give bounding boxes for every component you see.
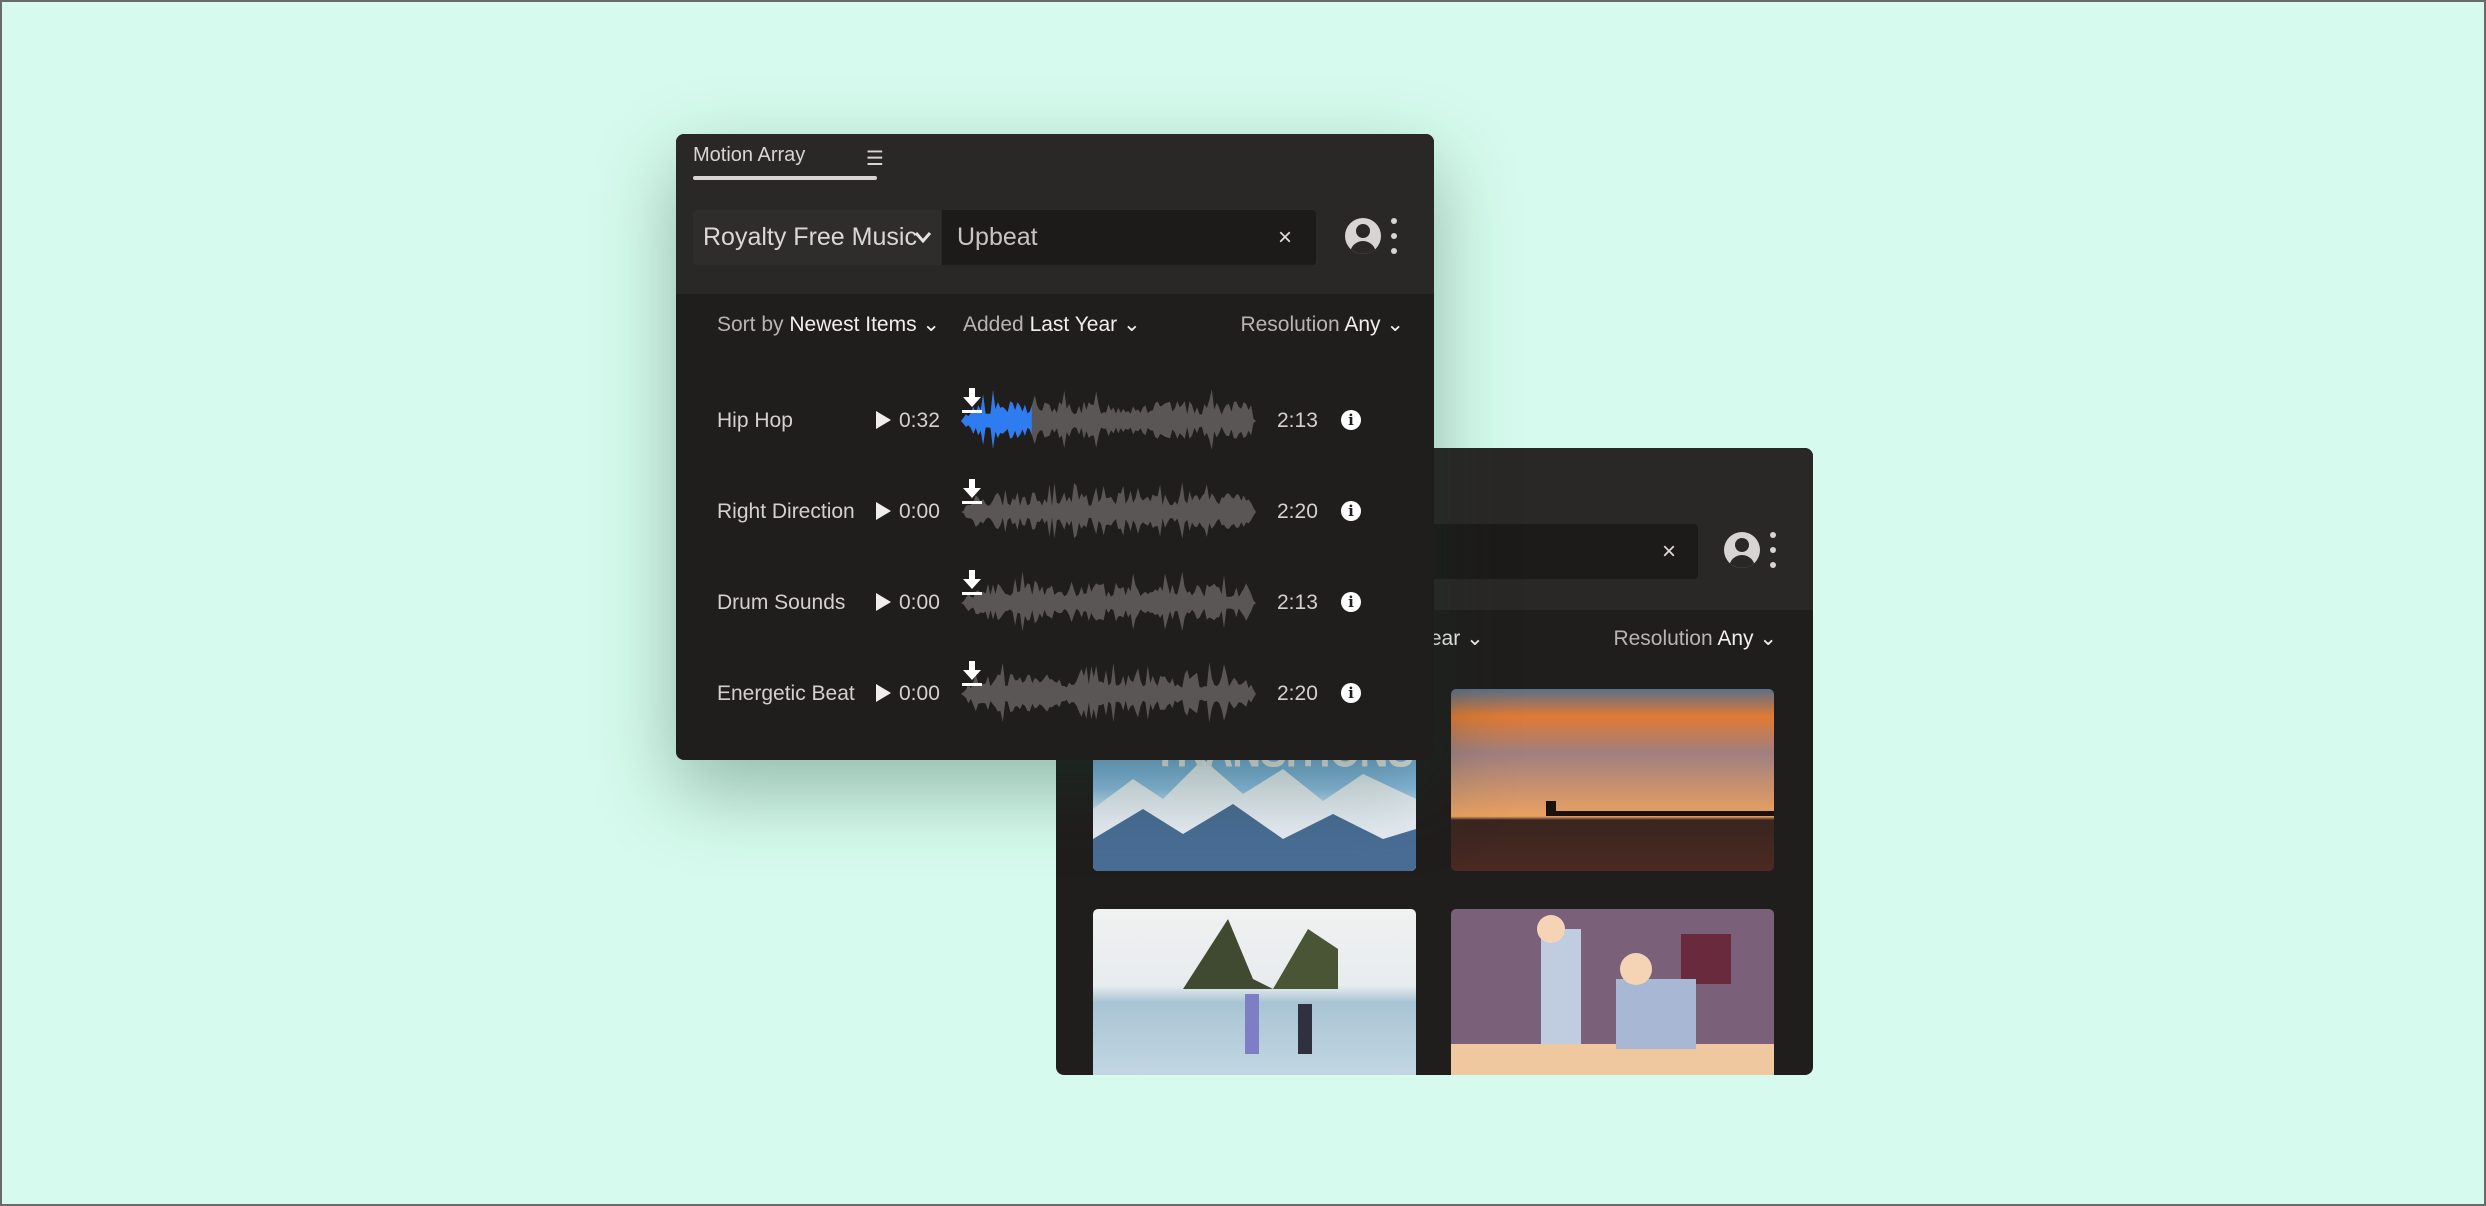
- info-icon[interactable]: i: [1341, 501, 1361, 521]
- added-value: Last Year: [1029, 313, 1118, 336]
- play-icon[interactable]: [876, 593, 891, 611]
- tab-motion-array[interactable]: Motion Array: [693, 144, 805, 167]
- track-position: 0:00: [899, 682, 940, 705]
- back-filter-resolution[interactable]: Resolution Any ⌄: [1613, 626, 1777, 651]
- download-icon[interactable]: [961, 387, 983, 413]
- play-icon[interactable]: [876, 411, 891, 429]
- waveform[interactable]: [961, 478, 1256, 546]
- info-icon[interactable]: i: [1341, 410, 1361, 430]
- info-icon[interactable]: i: [1341, 592, 1361, 612]
- chevron-down-icon: [914, 232, 932, 244]
- waveform-shape: [961, 662, 1256, 723]
- music-panel: Motion Array ☰ Royalty Free Music × Sort…: [676, 134, 1434, 760]
- added-filter[interactable]: Added Last Year ⌄: [963, 312, 1141, 337]
- track-title: Drum Sounds: [717, 591, 846, 614]
- resolution-label: Resolution: [1240, 313, 1340, 336]
- track-title: Energetic Beat: [717, 682, 855, 705]
- track-title: Right Direction: [717, 500, 855, 523]
- thumbnail-office-illustration[interactable]: [1451, 909, 1774, 1075]
- clear-icon[interactable]: ×: [1662, 524, 1676, 579]
- waveform[interactable]: [961, 660, 1256, 728]
- resolution-value: Any: [1344, 313, 1381, 336]
- search-input[interactable]: [942, 210, 1316, 265]
- waveform[interactable]: [961, 387, 1256, 455]
- waveform[interactable]: [961, 569, 1256, 637]
- user-avatar-icon[interactable]: [1345, 218, 1381, 254]
- track-row: Energetic Beat 0:00 2:20 i: [676, 661, 1434, 723]
- download-icon[interactable]: [961, 569, 983, 595]
- waveform-shape: [961, 571, 1256, 632]
- track-position: 0:00: [899, 500, 940, 523]
- chevron-down-icon: ⌄: [1759, 627, 1777, 650]
- track-row: Drum Sounds 0:00 2:13 i: [676, 570, 1434, 632]
- chevron-down-icon: ⌄: [1386, 313, 1404, 336]
- download-icon[interactable]: [961, 660, 983, 686]
- chevron-down-icon: ⌄: [1123, 313, 1141, 336]
- track-row: Right Direction 0:00 2:20 i: [676, 479, 1434, 539]
- track-duration: 2:20: [1277, 500, 1318, 523]
- user-avatar-icon[interactable]: [1724, 532, 1760, 568]
- sort-label: Sort by: [717, 313, 784, 336]
- category-dropdown[interactable]: Royalty Free Music: [693, 210, 941, 265]
- thumbnail-beach-rocks-girls[interactable]: [1093, 909, 1416, 1075]
- added-label: Added: [963, 313, 1024, 336]
- track-position: 0:00: [899, 591, 940, 614]
- track-row: Hip Hop 0:32 2:13 i: [676, 388, 1434, 450]
- chevron-down-icon: ⌄: [922, 313, 941, 336]
- more-options-icon[interactable]: [1770, 532, 1776, 577]
- sort-filter[interactable]: Sort by Newest Items ⌄: [717, 312, 940, 337]
- clear-search-icon[interactable]: ×: [1278, 210, 1292, 265]
- hamburger-menu-icon[interactable]: ☰: [866, 146, 884, 171]
- track-title: Hip Hop: [717, 409, 793, 432]
- thumbnail-pier-sunset[interactable]: [1451, 689, 1774, 871]
- chevron-down-icon: ⌄: [1466, 627, 1484, 650]
- active-tab-indicator: [693, 176, 877, 180]
- download-icon[interactable]: [961, 478, 983, 504]
- sort-value: Newest Items: [789, 313, 917, 336]
- track-position: 0:32: [899, 409, 940, 432]
- info-icon[interactable]: i: [1341, 683, 1361, 703]
- resolution-filter[interactable]: Resolution Any ⌄: [1240, 312, 1404, 337]
- resolution-value: Any: [1717, 627, 1754, 650]
- track-duration: 2:13: [1277, 591, 1318, 614]
- play-icon[interactable]: [876, 684, 891, 702]
- track-duration: 2:13: [1277, 409, 1318, 432]
- track-duration: 2:20: [1277, 682, 1318, 705]
- more-options-icon[interactable]: [1391, 218, 1397, 263]
- resolution-label: Resolution: [1613, 627, 1713, 650]
- category-value: Royalty Free Music: [703, 223, 917, 251]
- waveform-shape: [961, 482, 1256, 539]
- play-icon[interactable]: [876, 502, 891, 520]
